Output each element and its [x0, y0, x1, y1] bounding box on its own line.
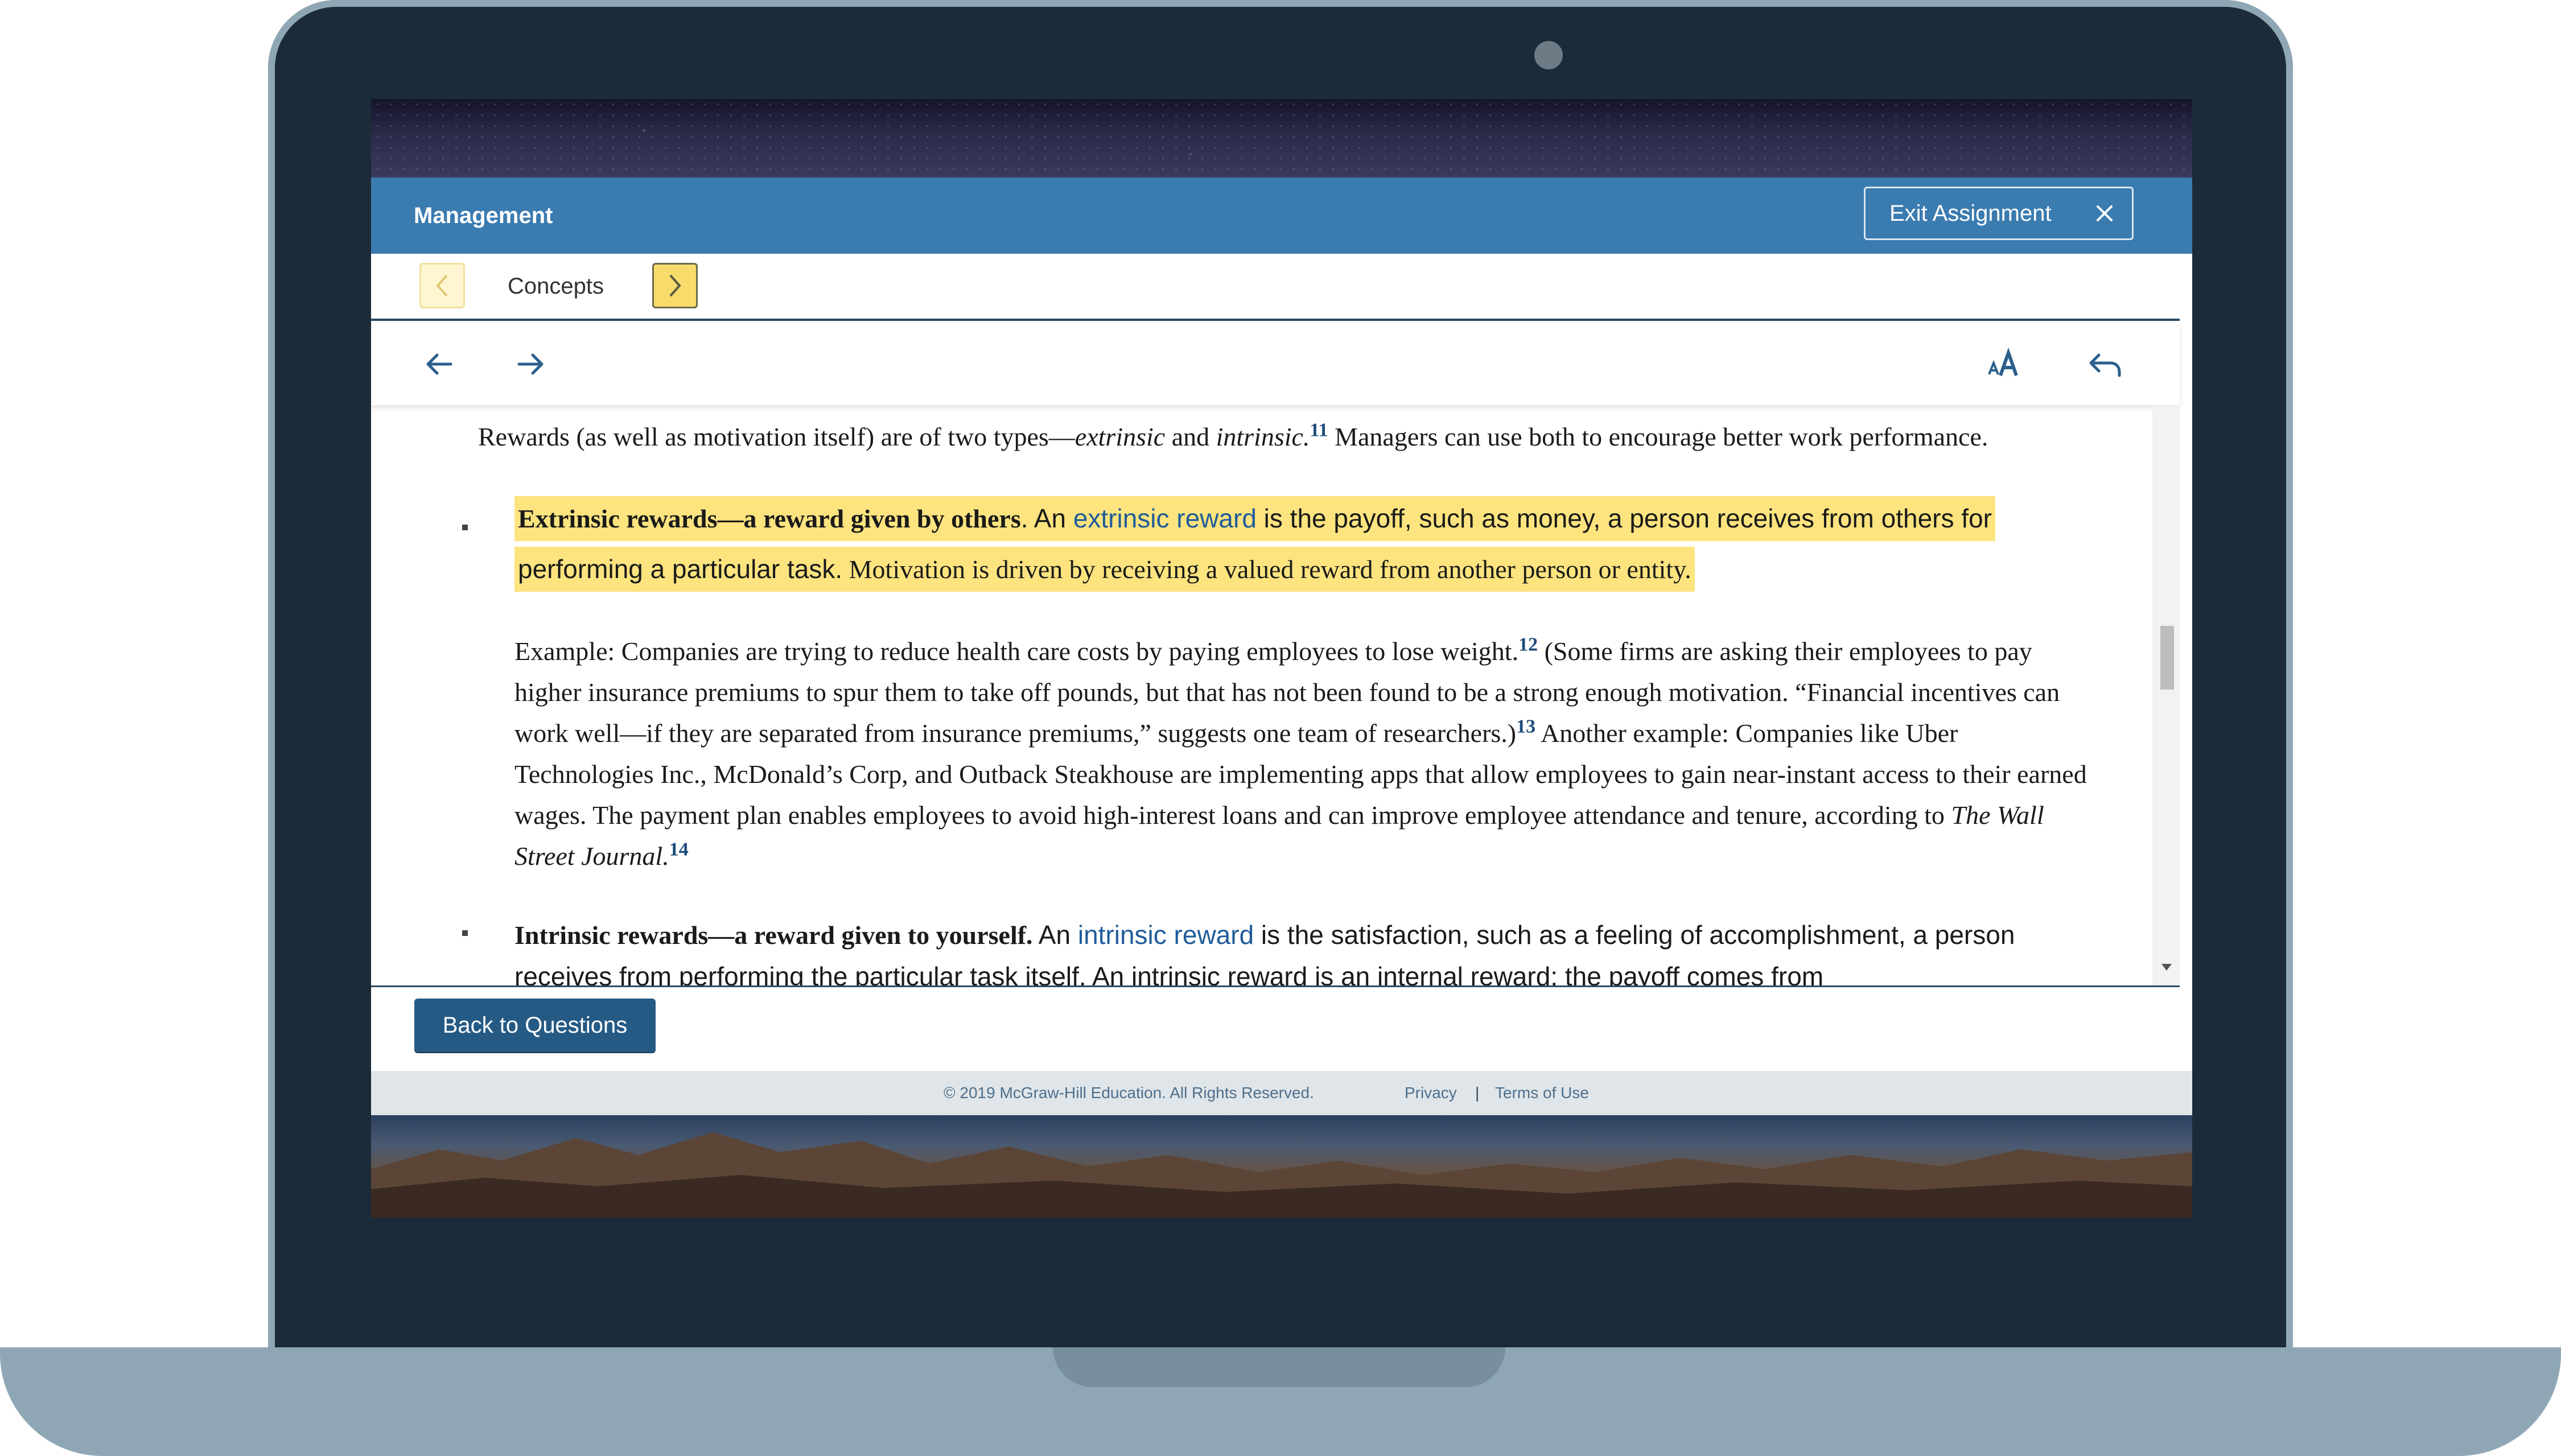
bullet-marker [462, 930, 468, 936]
footnote-14-link[interactable]: 14 [669, 839, 689, 860]
return-button[interactable] [2084, 344, 2125, 385]
arrow-left-icon [426, 353, 452, 375]
reader-toolbar [371, 321, 2180, 405]
space-banner [371, 99, 2192, 178]
extrinsic-reward-link[interactable]: extrinsic reward [1073, 504, 1257, 533]
font-size-button[interactable] [1984, 344, 2025, 385]
scroll-thumb[interactable] [2160, 626, 2174, 690]
example-paragraph: Example: Companies are trying to reduce … [514, 631, 2097, 877]
terms-of-use-link[interactable]: Terms of Use [1495, 1071, 1589, 1115]
concept-navigation: Concepts [371, 254, 2180, 321]
intro-intrinsic: intrinsic. [1216, 422, 1310, 451]
privacy-link[interactable]: Privacy [1405, 1071, 1457, 1115]
bullet-marker [462, 525, 468, 530]
previous-concept-button[interactable] [419, 263, 465, 308]
content-scrollbar[interactable] [2152, 406, 2180, 985]
extrinsic-text-a: . An [1020, 504, 1073, 533]
intro-and: and [1165, 422, 1216, 451]
intrinsic-reward-link[interactable]: intrinsic reward [1078, 920, 1254, 950]
font-size-icon [1988, 347, 2018, 376]
exit-assignment-button[interactable]: Exit Assignment [1864, 187, 2134, 240]
next-concept-button[interactable] [652, 263, 698, 308]
intro-text-end: Managers can use both to encourage bette… [1328, 422, 1988, 451]
app-title: Management [414, 203, 553, 228]
intro-paragraph: Rewards (as well as motivation itself) a… [478, 416, 2083, 457]
copyright-text: © 2019 McGraw-Hill Education. All Rights… [944, 1084, 1314, 1102]
close-icon [2094, 203, 2115, 224]
arrow-right-icon [517, 353, 544, 375]
reading-content: Rewards (as well as motivation itself) a… [371, 406, 2152, 985]
intrinsic-paragraph: Intrinsic rewards—a reward given to your… [514, 914, 2085, 985]
screen: Management Exit Assignment Concepts Rewa… [371, 99, 2192, 1218]
intrinsic-heading: Intrinsic rewards—a reward given to your… [514, 921, 1033, 950]
extrinsic-text-d: Motivation is driven by receiving a valu… [842, 555, 1691, 584]
laptop-notch [1053, 1347, 1505, 1387]
intro-extrinsic: extrinsic [1074, 422, 1166, 451]
extrinsic-text-b: is the payoff, such as money, a person r… [1256, 504, 1992, 533]
footer-separator: | [1475, 1084, 1480, 1102]
extrinsic-heading: Extrinsic rewards—a reward given by othe… [518, 504, 1021, 533]
mountains-illustration [371, 1132, 2192, 1218]
footnote-12-link[interactable]: 12 [1518, 634, 1538, 655]
landscape-banner [371, 1115, 2192, 1218]
intro-text: Rewards (as well as motivation itself) a… [478, 422, 1075, 451]
concepts-label: Concepts [508, 274, 604, 299]
footer: © 2019 McGraw-Hill Education. All Rights… [371, 1071, 2192, 1115]
scroll-down-icon[interactable] [2161, 964, 2172, 971]
extrinsic-highlight: Extrinsic rewards—a reward given by othe… [514, 496, 2097, 592]
chevron-right-icon [669, 274, 681, 297]
back-button[interactable] [419, 344, 460, 385]
example-text-a: Example: Companies are trying to reduce … [514, 637, 1519, 666]
footnote-11-link[interactable]: 11 [1310, 420, 1328, 441]
chevron-left-icon [436, 274, 448, 297]
camera-icon [1534, 41, 1563, 69]
footnote-13-link[interactable]: 13 [1516, 716, 1535, 737]
back-to-questions-button[interactable]: Back to Questions [414, 999, 656, 1052]
exit-assignment-label: Exit Assignment [1889, 201, 2052, 226]
undo-icon [2089, 353, 2121, 377]
forward-button[interactable] [510, 344, 551, 385]
app-header: Management Exit Assignment [371, 178, 2192, 254]
extrinsic-text-c: performing a particular task. [518, 554, 843, 584]
bottom-bar: Back to Questions [371, 985, 2180, 1073]
intrinsic-text-a: An [1032, 920, 1078, 950]
